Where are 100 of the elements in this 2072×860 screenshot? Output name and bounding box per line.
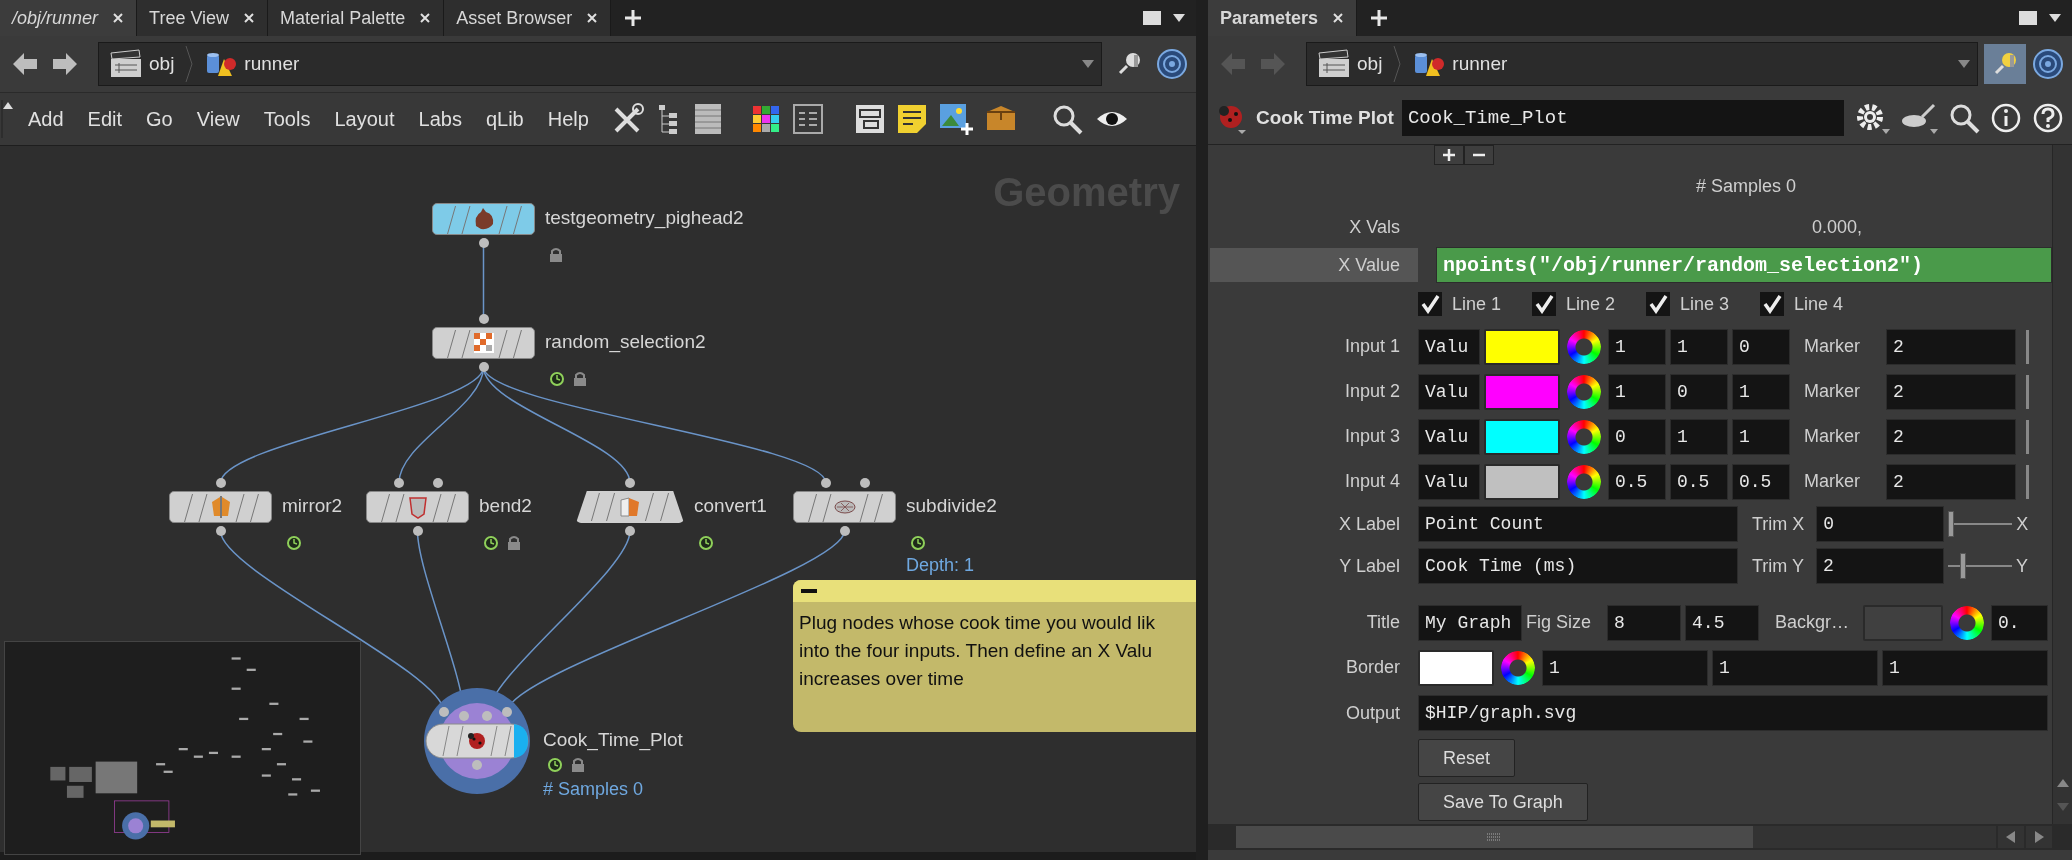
menu-item[interactable]: qLib <box>473 107 536 131</box>
action-button[interactable]: Reset <box>1418 739 1516 777</box>
input-field[interactable]: 1 <box>1542 649 1708 686</box>
scroll-left-icon[interactable] <box>1998 826 2024 848</box>
mode-field[interactable]: Valu <box>1418 328 1480 365</box>
input-field[interactable]: Cook Time (ms) <box>1418 548 1738 584</box>
mode-field[interactable]: Valu <box>1418 418 1480 455</box>
help-icon[interactable] <box>2032 102 2064 134</box>
minimap-drawing[interactable] <box>4 641 361 855</box>
connector-dot[interactable] <box>478 314 489 324</box>
color-grid-icon[interactable] <box>750 104 781 134</box>
input-field[interactable]: 0 <box>1670 373 1728 410</box>
image-add-icon[interactable] <box>938 103 973 135</box>
path-crumb[interactable]: obj <box>105 49 179 79</box>
input-field[interactable]: 0.5 <box>1608 463 1666 500</box>
menu-item[interactable]: Add <box>16 107 76 131</box>
input-field[interactable]: 1 <box>1608 373 1666 410</box>
input-field[interactable]: 2 <box>1886 373 2016 410</box>
menu-item[interactable]: View <box>184 107 252 131</box>
scroll-up-icon[interactable] <box>2055 778 2070 788</box>
line-checkbox[interactable] <box>1532 292 1556 316</box>
input-field[interactable]: 8 <box>1607 604 1682 641</box>
input-field[interactable]: 1 <box>1732 373 1790 410</box>
mode-field[interactable]: Valu <box>1418 463 1480 500</box>
line-checkbox[interactable] <box>1646 292 1670 316</box>
connector-dot[interactable] <box>215 526 226 536</box>
collapse-arrow-icon[interactable] <box>0 99 16 139</box>
connector-dot[interactable] <box>215 478 226 488</box>
connector-dot[interactable] <box>393 478 404 488</box>
connector-dot[interactable] <box>439 707 449 717</box>
input-field[interactable]: 0.5 <box>1670 463 1728 500</box>
path-field[interactable]: obj runner <box>98 42 1102 86</box>
line-checkbox[interactable] <box>1760 292 1784 316</box>
input-field[interactable]: 1 <box>1882 649 2048 686</box>
menu-item[interactable]: Go <box>134 107 185 131</box>
action-button[interactable]: Save To Graph <box>1418 783 1588 821</box>
network-node[interactable] <box>432 327 535 359</box>
input-field[interactable]: Point Count <box>1418 506 1738 542</box>
sticky-note-icon[interactable] <box>896 104 927 134</box>
color-swatch[interactable] <box>1484 463 1560 500</box>
vertical-scrollbar[interactable] <box>2052 145 2072 824</box>
connector-dot[interactable] <box>625 526 635 536</box>
layout-icon[interactable] <box>854 104 885 134</box>
color-wheel-icon[interactable] <box>1501 650 1535 685</box>
network-node[interactable] <box>424 688 530 794</box>
input-field[interactable]: 0. <box>1991 604 2048 641</box>
menu-item[interactable]: Edit <box>75 107 135 131</box>
menu-item[interactable]: Tools <box>251 107 323 131</box>
remove-button[interactable] <box>1464 145 1494 165</box>
connector-dot[interactable] <box>625 478 635 488</box>
path-crumb[interactable]: runner <box>1408 49 1512 79</box>
maximize-icon[interactable] <box>1142 10 1162 26</box>
close-icon[interactable] <box>1332 12 1345 24</box>
add-tab-icon[interactable] <box>1369 8 1390 28</box>
connector-dot[interactable] <box>478 362 489 372</box>
scrollbar-thumb[interactable] <box>1236 826 1753 848</box>
dropdown-caret-icon[interactable] <box>1172 13 1186 23</box>
input-field[interactable]: 2 <box>1886 463 2016 500</box>
input-field[interactable]: 0 <box>1732 328 1790 365</box>
input-field[interactable]: 0 <box>1608 418 1666 455</box>
horizontal-scrollbar[interactable] <box>1208 824 2072 850</box>
close-icon[interactable] <box>586 12 599 24</box>
connector-dot[interactable] <box>459 711 469 721</box>
connector-dot[interactable] <box>472 760 482 770</box>
network-node[interactable] <box>432 203 535 235</box>
input-field[interactable]: 2 <box>1816 548 1944 584</box>
target-icon[interactable] <box>1156 48 1188 80</box>
color-wheel-icon[interactable] <box>1567 464 1601 499</box>
pane-tab[interactable]: Material Palette <box>268 0 445 36</box>
color-swatch[interactable] <box>1484 418 1560 455</box>
list-icon[interactable] <box>692 102 723 136</box>
search-icon[interactable] <box>1948 102 1980 134</box>
network-node[interactable] <box>169 491 272 523</box>
color-wheel-icon[interactable] <box>1950 605 1985 640</box>
mode-field[interactable]: Valu <box>1418 373 1480 410</box>
gear-icon[interactable] <box>1854 101 1890 135</box>
input-field[interactable]: 1 <box>1608 328 1666 365</box>
color-swatch[interactable] <box>1484 328 1560 365</box>
target-icon[interactable] <box>2032 48 2064 80</box>
dropdown-caret-icon[interactable] <box>2048 13 2062 23</box>
input-field[interactable]: $HIP/graph.svg <box>1418 695 2048 731</box>
input-field[interactable]: My Graph <box>1418 604 1522 641</box>
close-icon[interactable] <box>419 12 432 24</box>
color-swatch[interactable] <box>1484 373 1560 410</box>
pane-tab[interactable]: Parameters <box>1208 0 1358 36</box>
pane-tab[interactable]: Tree View <box>137 0 269 36</box>
input-field[interactable]: 0 <box>1816 506 1945 542</box>
trim-slider[interactable] <box>1948 551 2012 581</box>
input-field[interactable]: 0.5 <box>1732 463 1790 500</box>
network-node[interactable] <box>366 491 469 523</box>
input-field[interactable]: 1 <box>1670 418 1728 455</box>
connector-dot[interactable] <box>502 707 512 717</box>
connector-dot[interactable] <box>820 478 831 488</box>
node-name-field[interactable]: Cook_Time_Plot <box>1401 100 1844 136</box>
connector-dot[interactable] <box>412 526 423 536</box>
pane-tab[interactable]: /obj/runner <box>0 0 138 36</box>
pane-tab[interactable]: Asset Browser <box>444 0 612 36</box>
connector-dot[interactable] <box>433 478 444 488</box>
info-icon[interactable] <box>1990 102 2022 134</box>
connector-dot[interactable] <box>839 526 850 536</box>
